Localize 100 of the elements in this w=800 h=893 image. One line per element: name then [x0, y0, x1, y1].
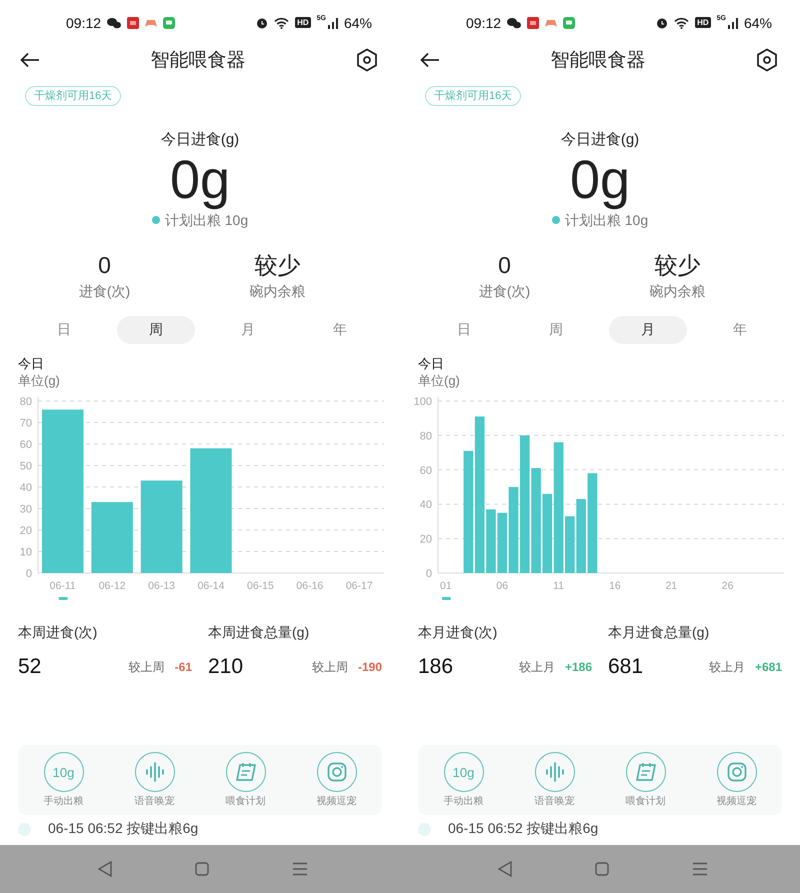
summary-label: 本月进食总量(g) [608, 623, 710, 642]
action-button[interactable]: 语音唤宠 [509, 752, 600, 808]
compare-label: 较上月 [518, 658, 555, 676]
axis-label: 06-12 [98, 580, 126, 592]
axis-label: 16 [609, 580, 621, 592]
dose-icon: 10g [44, 752, 84, 792]
action-button[interactable]: 视频逗宠 [291, 752, 382, 808]
planned-amount: 计划出粮 10g [564, 211, 648, 230]
stat-label: 碗内余粮 [650, 282, 706, 301]
back-arrow-icon[interactable] [20, 52, 40, 68]
period-tab[interactable]: 年 [701, 316, 779, 344]
timeline-dot [18, 822, 31, 836]
stat-value: 0 [498, 251, 511, 280]
signal-icon [728, 16, 738, 28]
period-tab[interactable]: 周 [117, 316, 195, 344]
axis-label: 06-14 [198, 580, 224, 592]
stat-label: 进食(次) [78, 282, 130, 301]
status-dot [552, 216, 560, 224]
period-tab[interactable]: 年 [301, 316, 379, 344]
action-button[interactable]: 喂食计划 [200, 752, 291, 808]
unit-label: 单位(g) [418, 372, 461, 390]
chat-bubbles-icon [507, 16, 522, 28]
app-icon [127, 16, 140, 28]
menu-icon[interactable] [692, 862, 708, 876]
legend-swatch [58, 597, 68, 600]
period-tab[interactable]: 月 [209, 316, 287, 344]
hd-icon: HD [295, 17, 311, 28]
action-button[interactable]: 10g 手动出粮 [418, 752, 509, 808]
compare-label: 较上月 [708, 658, 745, 676]
calendar-icon [634, 762, 656, 782]
page-title: 智能喂食器 [150, 49, 246, 73]
battery-level: 64% [344, 14, 372, 30]
axis-label: 100 [414, 396, 432, 408]
action-button[interactable]: 视频逗宠 [691, 752, 782, 808]
camera-icon [326, 762, 346, 782]
stat-value: 0 [98, 251, 111, 280]
planned-amount: 计划出粮 10g [164, 211, 248, 230]
summary-label: 本月进食(次) [418, 623, 498, 642]
summary-label: 本周进食(次) [18, 623, 98, 642]
chat-bubbles-icon [107, 16, 122, 28]
back-triangle-icon[interactable] [498, 861, 512, 877]
wifi-icon [274, 16, 290, 28]
axis-label: 20 [420, 534, 432, 546]
axis-label: 06-11 [50, 580, 76, 592]
axis-label: 30 [20, 504, 32, 516]
today-intake-label: 今日进食(g) [160, 130, 240, 150]
log-entry: 06-15 06:52 按键出粮6g [448, 820, 598, 838]
action-button[interactable]: 喂食计划 [600, 752, 691, 808]
signal-icon [328, 16, 338, 28]
message-icon [163, 16, 176, 28]
summary-value: 186 [418, 655, 454, 679]
wifi-icon [674, 16, 690, 28]
axis-label: 40 [20, 482, 32, 494]
axis-label: 60 [20, 439, 32, 451]
axis-label: 21 [665, 580, 678, 592]
period-tab[interactable]: 周 [517, 316, 595, 344]
back-triangle-icon[interactable] [98, 861, 112, 877]
action-button[interactable]: 语音唤宠 [109, 752, 200, 808]
alarm-icon [256, 16, 268, 28]
back-arrow-icon[interactable] [420, 52, 440, 68]
period-tab[interactable]: 日 [425, 316, 503, 344]
change-value: -190 [358, 660, 382, 674]
compare-label: 较上周 [312, 658, 348, 676]
compare-label: 较上周 [128, 658, 165, 676]
calendar-icon [234, 762, 256, 782]
axis-label: 0 [26, 568, 32, 580]
summary-label: 本周进食总量(g) [208, 623, 310, 642]
menu-icon[interactable] [292, 862, 308, 876]
axis-label: 50 [20, 460, 32, 472]
unit-label: 单位(g) [18, 372, 61, 390]
bar [497, 512, 508, 573]
settings-icon[interactable] [356, 48, 378, 72]
bar [565, 516, 575, 573]
home-square-icon[interactable] [595, 862, 609, 876]
page-title: 智能喂食器 [550, 49, 646, 73]
change-value: +681 [754, 660, 782, 674]
status-time: 09:12 [66, 14, 102, 30]
settings-icon[interactable] [756, 48, 778, 72]
period-tab[interactable]: 日 [25, 316, 103, 344]
stat-label: 碗内余粮 [250, 282, 306, 301]
axis-label: 06-16 [296, 580, 324, 592]
chart-title: 今日 [18, 356, 45, 372]
sound-wave-icon [544, 762, 566, 782]
status-time: 09:12 [466, 14, 502, 30]
axis-label: 11 [553, 580, 564, 592]
hd-icon: HD [695, 17, 711, 28]
axis-label: 01 [440, 580, 452, 592]
stat-value: 较少 [254, 251, 300, 280]
stat-label: 进食(次) [478, 282, 530, 301]
action-button[interactable]: 10g 手动出粮 [18, 752, 109, 808]
sound-wave-icon [144, 762, 166, 782]
camera-icon [726, 762, 746, 782]
home-square-icon[interactable] [195, 862, 209, 876]
log-entry: 06-15 06:52 按键出粮6g [48, 820, 198, 838]
summary-value: 681 [608, 655, 644, 679]
message-icon [563, 16, 576, 28]
axis-label: 80 [420, 430, 432, 442]
axis-label: 70 [20, 418, 32, 430]
period-tab[interactable]: 月 [609, 316, 687, 344]
timeline-dot [418, 822, 431, 836]
